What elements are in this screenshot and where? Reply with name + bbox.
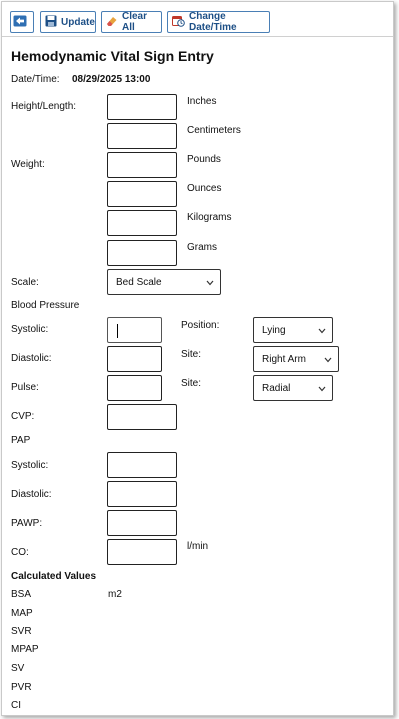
mpap-label: MPAP (11, 644, 39, 655)
cvp-input[interactable] (107, 404, 177, 430)
grams-unit: Grams (187, 242, 217, 253)
height-centimeters-input[interactable] (107, 123, 177, 149)
vital-sign-panel: Update Clear All Change Date/Time Hemody… (1, 1, 394, 716)
pounds-unit: Pounds (187, 154, 221, 165)
text-caret (117, 324, 118, 338)
pulse-label: Pulse: (11, 382, 39, 393)
update-button[interactable]: Update (40, 11, 96, 33)
height-label: Height/Length: (11, 101, 77, 112)
svr-label: SVR (11, 626, 32, 637)
pulse-site-select[interactable]: Radial (253, 375, 333, 401)
kilograms-unit: Kilograms (187, 212, 232, 223)
page-title: Hemodynamic Vital Sign Entry (11, 48, 214, 64)
diastolic-label: Diastolic: (11, 353, 52, 364)
weight-kilograms-input[interactable] (107, 210, 177, 236)
pawp-label: PAWP: (11, 518, 43, 529)
diastolic-input[interactable] (107, 346, 162, 372)
save-icon (45, 15, 61, 30)
pap-diastolic-label: Diastolic: (11, 489, 52, 500)
eraser-icon (106, 15, 122, 30)
bsa-unit: m2 (108, 589, 122, 600)
pvr-label: PVR (11, 682, 32, 693)
weight-ounces-input[interactable] (107, 181, 177, 207)
systolic-input[interactable] (107, 317, 162, 343)
change-date-time-button[interactable]: Change Date/Time (167, 11, 270, 33)
back-arrow-icon (13, 15, 31, 30)
datetime-label: Date/Time: (11, 74, 60, 85)
pulse-input[interactable] (107, 375, 162, 401)
chevron-down-icon (318, 384, 326, 395)
site-label: Site: (181, 349, 202, 360)
weight-grams-input[interactable] (107, 240, 177, 266)
ounces-unit: Ounces (187, 183, 222, 194)
toolbar: Update Clear All Change Date/Time (2, 2, 393, 37)
pawp-input[interactable] (107, 510, 177, 536)
co-unit: l/min (187, 541, 209, 552)
change-date-time-label: Change Date/Time (189, 11, 237, 33)
chevron-down-icon (324, 355, 332, 366)
chevron-down-icon (206, 278, 214, 289)
back-button[interactable] (10, 11, 34, 33)
position-select[interactable]: Lying (253, 317, 333, 343)
clear-all-button[interactable]: Clear All (101, 11, 162, 33)
pulse-site-selected-value: Radial (262, 382, 291, 394)
pap-systolic-input[interactable] (107, 452, 177, 478)
weight-pounds-input[interactable] (107, 152, 177, 178)
pap-diastolic-input[interactable] (107, 481, 177, 507)
pap-heading: PAP (11, 435, 31, 446)
pulse-site-label: Site: (181, 378, 202, 389)
weight-label: Weight: (11, 159, 45, 170)
bp-site-select[interactable]: Right Arm (253, 346, 339, 372)
update-label: Update (61, 16, 95, 28)
pap-systolic-label: Systolic: (11, 460, 49, 471)
height-inches-input[interactable] (107, 94, 177, 120)
bp-site-selected-value: Right Arm (262, 353, 306, 365)
co-label: CO: (11, 547, 29, 558)
systolic-label: Systolic: (11, 324, 49, 335)
calculated-values-heading: Calculated Values (11, 571, 97, 582)
sv-label: SV (11, 663, 25, 674)
ci-label: CI (11, 700, 21, 711)
centimeters-unit: Centimeters (187, 125, 241, 136)
clear-all-label: Clear All (122, 11, 148, 33)
scale-selected-value: Bed Scale (116, 276, 162, 288)
map-label: MAP (11, 608, 33, 619)
inches-unit: Inches (187, 96, 217, 107)
position-selected-value: Lying (262, 324, 286, 336)
calendar-clock-icon (172, 15, 189, 30)
bsa-label: BSA (11, 589, 32, 600)
blood-pressure-heading: Blood Pressure (11, 300, 80, 311)
position-label: Position: (181, 320, 220, 331)
cvp-label: CVP: (11, 411, 35, 422)
datetime-value: 08/29/2025 13:00 (72, 74, 151, 85)
scale-select[interactable]: Bed Scale (107, 269, 221, 295)
chevron-down-icon (318, 326, 326, 337)
co-input[interactable] (107, 539, 177, 565)
scale-label: Scale: (11, 277, 39, 288)
